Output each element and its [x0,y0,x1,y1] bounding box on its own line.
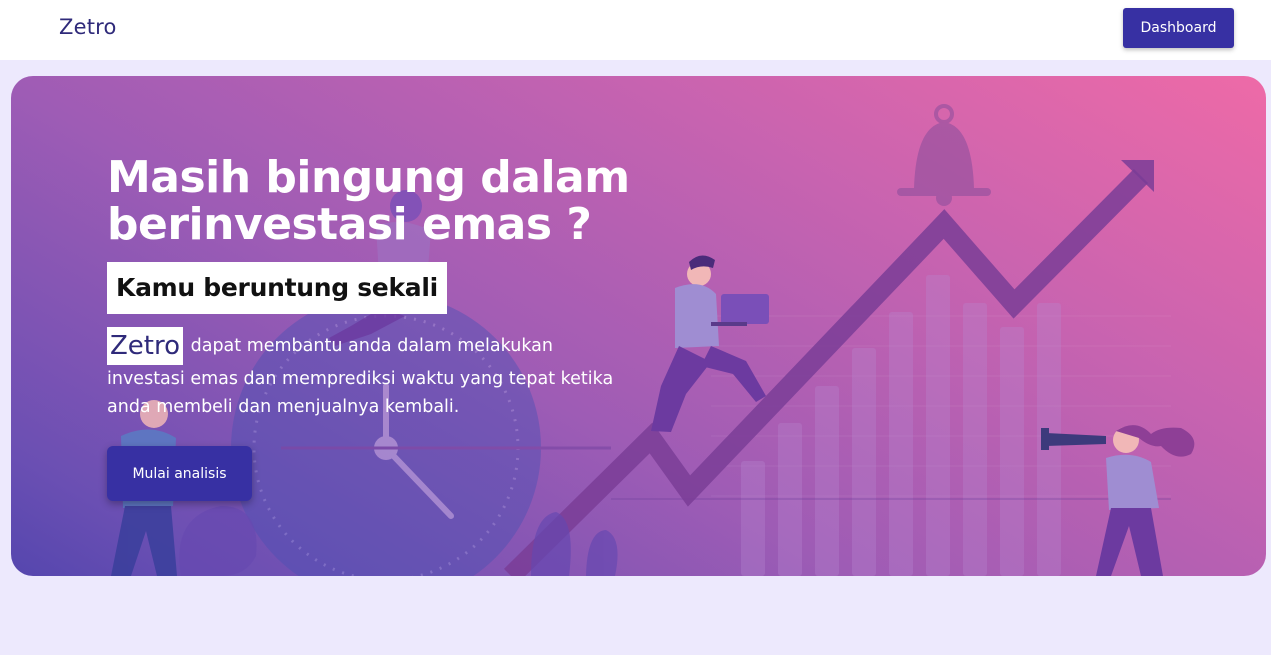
brand-inline: Zetro [107,327,184,365]
hero-title: Masih bingung dalam berinvestasi emas ? [107,152,630,250]
start-analysis-button[interactable]: Mulai analisis [107,446,252,501]
bar-graphic [741,275,1061,576]
hero-badge: Kamu beruntung sekali [107,262,447,314]
hero-banner: Masih bingung dalam berinvestasi emas ? … [11,76,1266,576]
brand-logo[interactable]: Zetro [59,15,117,39]
bell-icon [897,104,991,206]
hero-description: Zetro dapat membantu anda dalam melakuka… [107,327,617,421]
telescope-icon [1041,425,1195,576]
dashboard-button[interactable]: Dashboard [1123,8,1234,48]
navbar: Zetro Dashboard [0,0,1271,60]
hero-illustration [111,104,1195,576]
